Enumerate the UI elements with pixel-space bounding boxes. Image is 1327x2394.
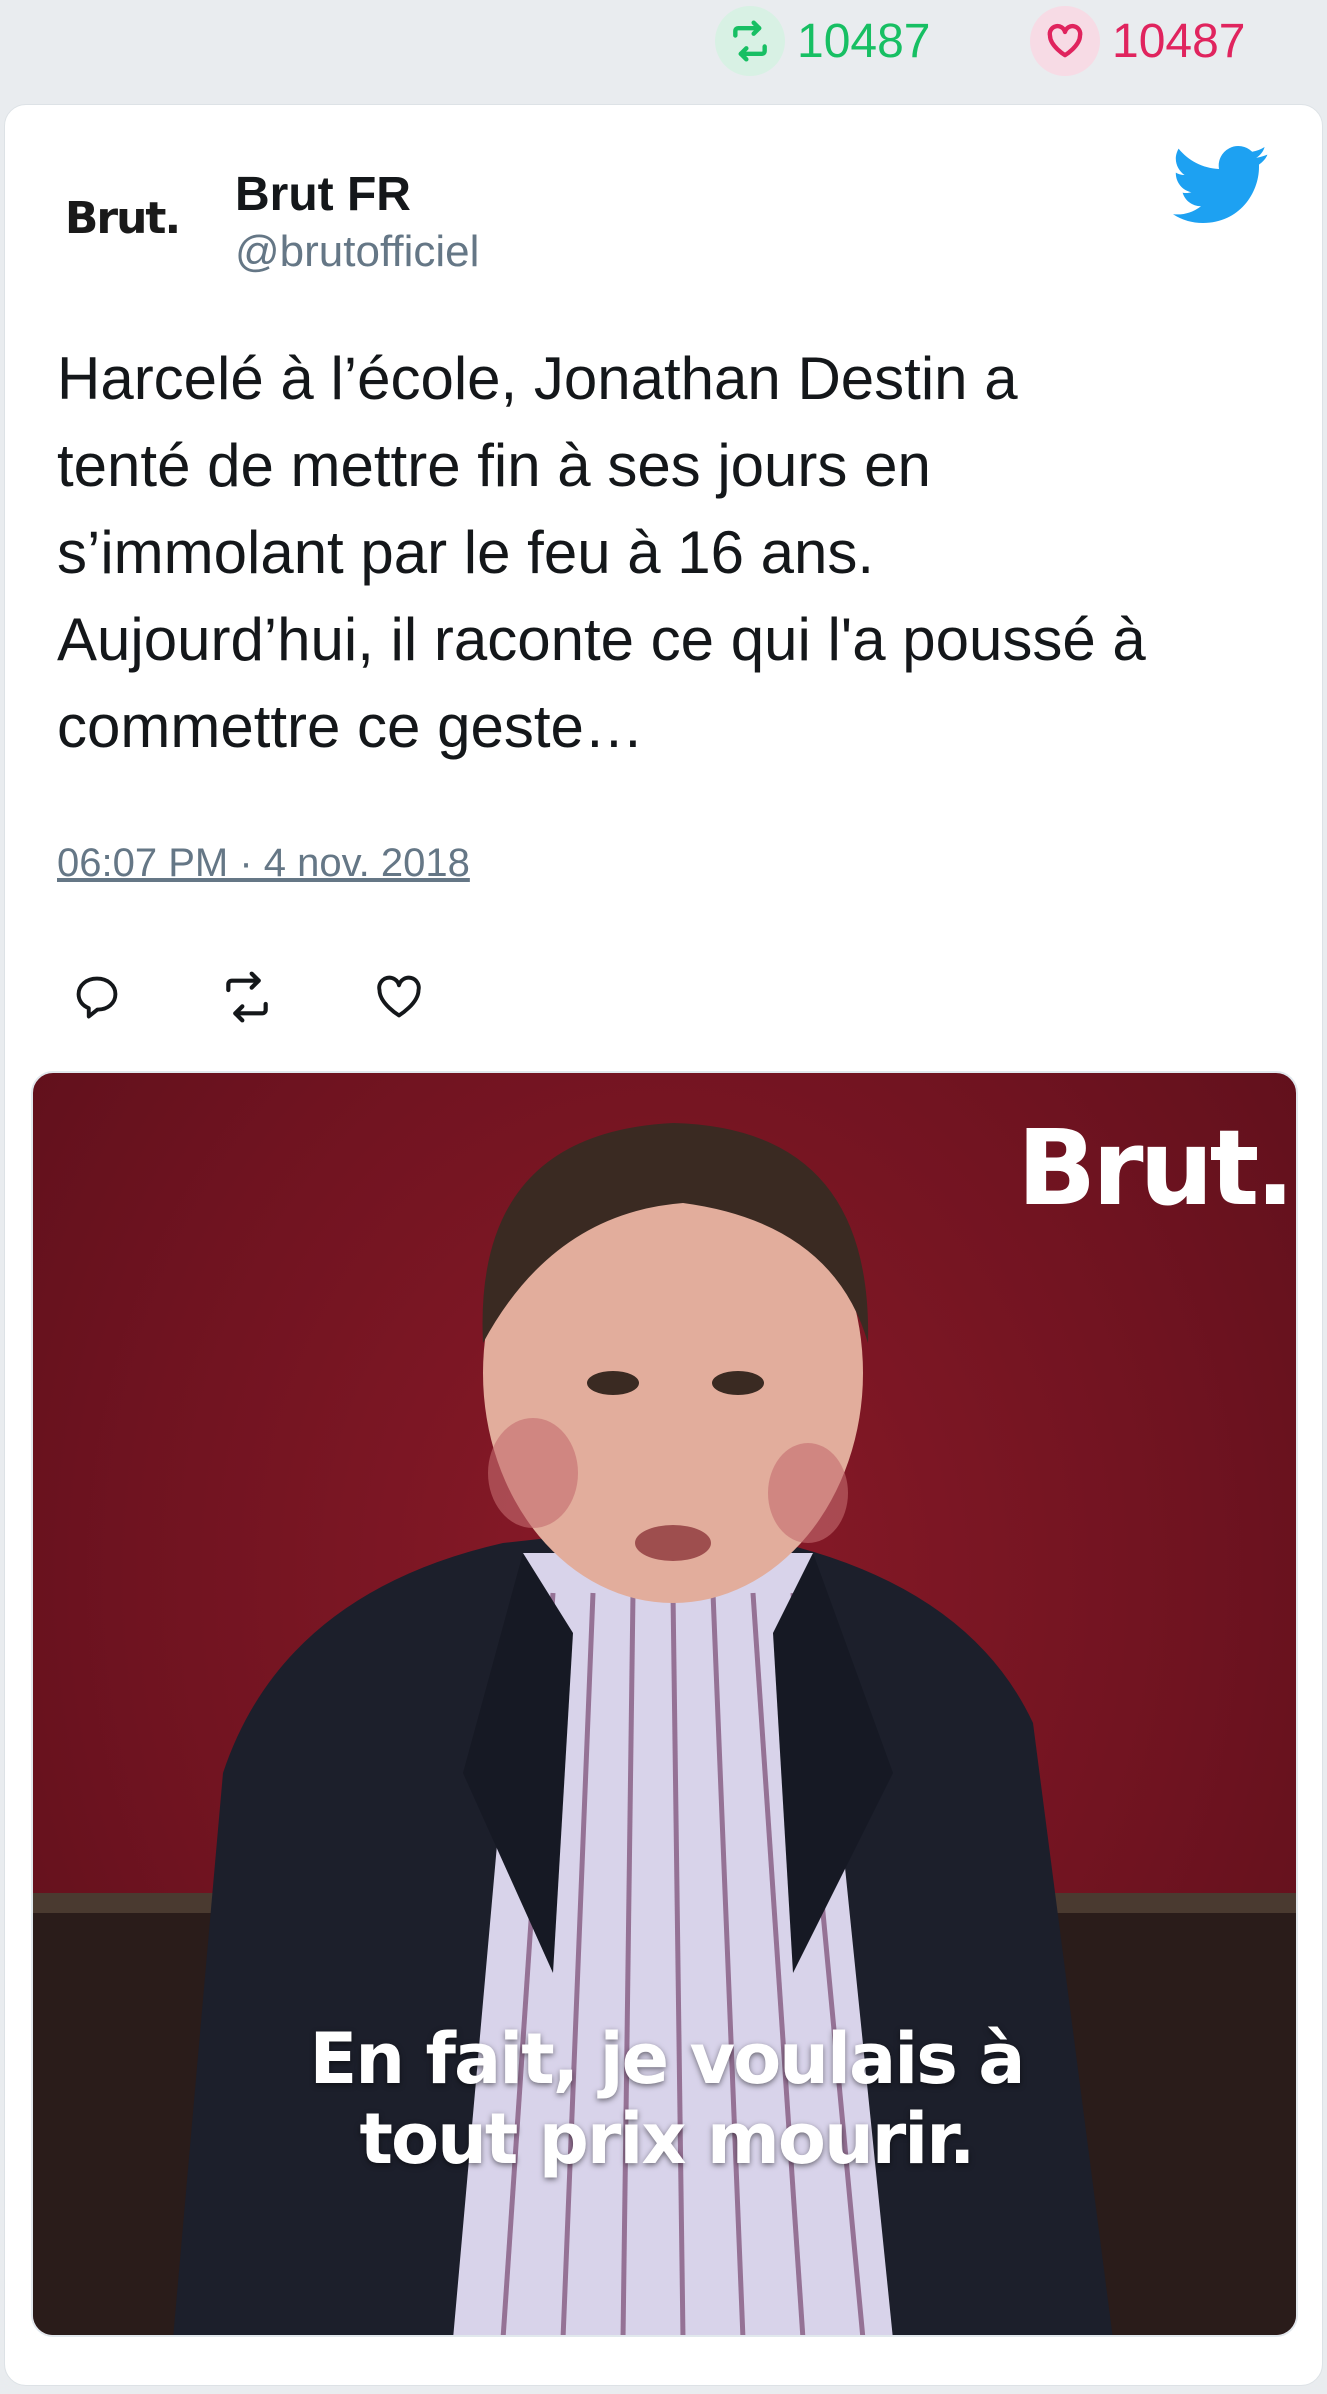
video-caption: En fait, je voulais à tout prix mourir. [33,2018,1296,2180]
like-count: 10487 [1112,14,1246,68]
media-brand-logo: Brut. [1017,1107,1295,1229]
retweet-stat[interactable]: 10487 [715,6,930,76]
author-handle[interactable]: @brutofficiel [235,227,479,277]
tweet-media-video[interactable]: Brut. En fait, je voulais à tout prix mo… [31,1071,1298,2337]
caption-line: tout prix mourir. [359,2098,976,2180]
caption-line: En fait, je voulais à [309,2018,1025,2100]
retweet-action-icon[interactable] [207,957,287,1037]
retweet-count: 10487 [797,14,931,68]
twitter-bird-icon[interactable] [1173,145,1273,235]
engagement-stats: 10487 10487 [0,0,1327,100]
reply-icon[interactable] [57,957,137,1037]
heart-action-icon[interactable] [359,957,439,1037]
tweet-text: Harcelé à l’école, Jonathan Destin a ten… [57,345,1146,760]
avatar-logo: Brut. [64,192,181,244]
tweet-card: Brut. Brut FR @brutofficiel Harcelé à l’… [4,104,1323,2386]
author-name[interactable]: Brut FR [235,167,411,222]
avatar[interactable]: Brut. [57,153,187,283]
retweet-icon [715,6,785,76]
like-stat[interactable]: 10487 [1030,6,1245,76]
heart-icon [1030,6,1100,76]
tweet-timestamp[interactable]: 06:07 PM · 4 nov. 2018 [57,841,470,886]
